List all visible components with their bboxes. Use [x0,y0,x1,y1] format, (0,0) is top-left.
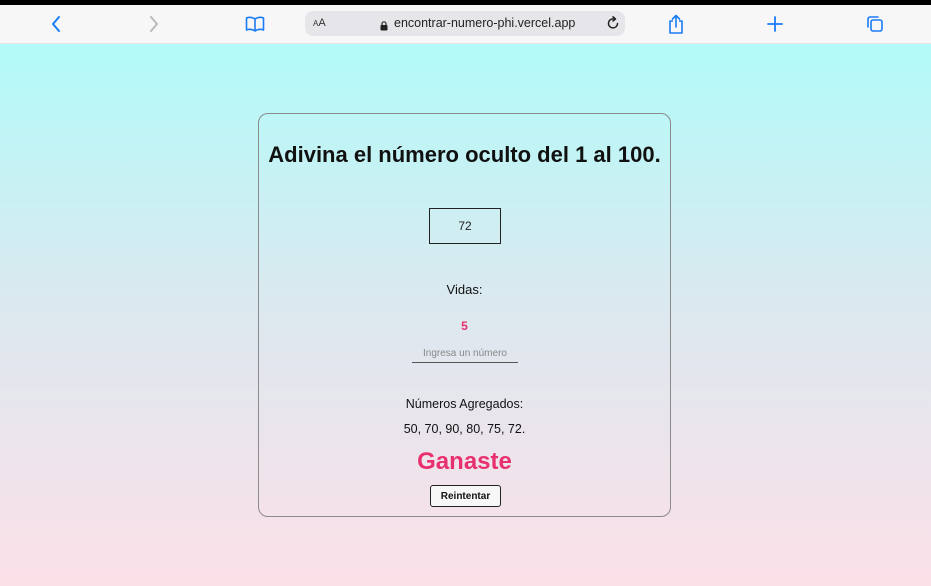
url-text: encontrar-numero-phi.vercel.app [394,16,576,30]
game-card: Adivina el número oculto del 1 al 100. 7… [258,113,671,517]
lives-value: 5 [461,319,468,333]
tabs-icon [866,15,884,33]
back-button[interactable] [44,13,68,35]
added-numbers-label: Números Agregados: [405,397,524,411]
book-icon [245,16,265,32]
added-numbers-list: 50, 70, 90, 80, 75, 72. [403,422,526,436]
chevron-left-icon [50,15,62,33]
current-guess-value: 72 [458,219,472,233]
forward-button[interactable] [142,13,166,35]
lock-icon [380,18,388,36]
result-message: Ganaste [417,448,512,475]
plus-icon [767,16,783,32]
lives-label: Vidas: [446,282,483,297]
page-title: Adivina el número oculto del 1 al 100. [268,142,661,167]
reader-options-button[interactable]: AA [313,17,326,29]
retry-button[interactable]: Reintentar [430,485,501,507]
bookmarks-button[interactable] [243,13,267,35]
chevron-right-icon [148,15,160,33]
browser-toolbar: AA encontrar-numero-phi.vercel.app [0,5,931,44]
number-input[interactable] [412,344,518,363]
current-guess-display: 72 [429,208,501,244]
new-tab-button[interactable] [763,13,787,35]
tabs-overview-button[interactable] [863,13,887,35]
reload-icon[interactable] [605,15,621,36]
share-icon [668,14,684,34]
share-button[interactable] [664,13,688,35]
page-content: Adivina el número oculto del 1 al 100. 7… [0,44,931,586]
address-bar[interactable]: AA encontrar-numero-phi.vercel.app [305,11,625,36]
